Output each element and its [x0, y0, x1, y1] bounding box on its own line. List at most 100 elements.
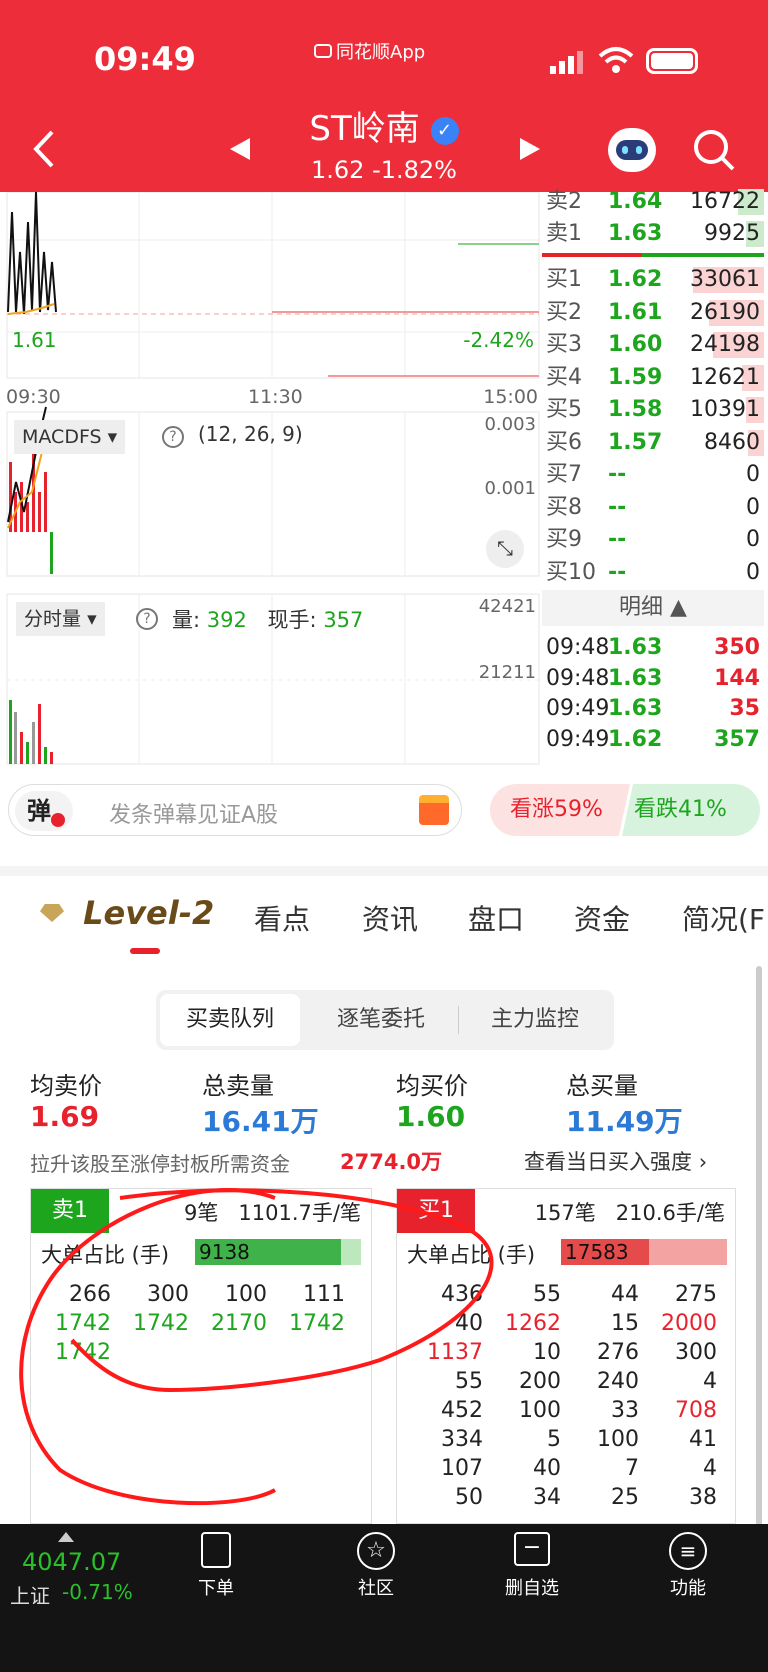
bid-price: 1.59: [608, 364, 663, 390]
bid-price: --: [608, 462, 627, 487]
buy-queue-cell: 2000: [661, 1311, 717, 1336]
buy-queue-cell: 25: [611, 1485, 639, 1510]
nav-order-label: 下单: [198, 1578, 234, 1599]
gift-icon[interactable]: [419, 795, 449, 825]
limit-up-text: 拉升该股至涨停封板所需资金: [30, 1152, 290, 1176]
vote-up-button[interactable]: 看涨59%: [490, 784, 630, 836]
section-divider: [0, 866, 768, 876]
index-value[interactable]: 4047.07: [22, 1548, 121, 1576]
search-icon[interactable]: [692, 128, 736, 172]
nav-remove-watchlist[interactable]: − 删自选: [492, 1532, 572, 1600]
bid-label: 买8: [546, 494, 582, 520]
buy-big-order-value: 17583: [565, 1240, 629, 1264]
sentiment-bar[interactable]: 看涨59% 看跌41%: [490, 784, 760, 836]
bid-label: 买1: [546, 267, 582, 292]
buy-queue-cell: 708: [675, 1398, 717, 1423]
macd-name: MACDFS: [22, 426, 102, 448]
volume-name: 分时量: [24, 608, 82, 630]
tab-news[interactable]: 资讯: [362, 898, 418, 938]
stock-name: ST岭南: [309, 109, 420, 149]
tick-time: 09:49: [546, 726, 610, 752]
dropdown-caret-icon: ▾: [107, 426, 118, 448]
help-icon[interactable]: ?: [136, 608, 158, 630]
danmu-icon: 弹: [15, 791, 73, 831]
macd-params: (12, 26, 9): [198, 422, 303, 446]
buy-queue-cell: 4: [703, 1456, 717, 1481]
vote-up-label: 看涨59%: [510, 797, 603, 822]
nav-order[interactable]: 下单: [176, 1532, 256, 1600]
tick-price: 1.63: [608, 696, 663, 721]
scrollbar[interactable]: [756, 966, 762, 1526]
ask-label: 卖2: [546, 189, 582, 214]
ask-row: 卖1 1.63 9925: [542, 218, 764, 250]
help-icon[interactable]: ?: [162, 426, 184, 448]
bid-volume: 0: [746, 494, 760, 520]
limit-up-value: 2774.0万: [340, 1150, 443, 1174]
minus-box-icon: −: [514, 1532, 550, 1566]
buy-queue-cell: 15: [611, 1311, 639, 1336]
detail-header[interactable]: 明细 ▲: [542, 590, 764, 626]
robot-icon[interactable]: [608, 128, 656, 172]
tick-row: 09:49 1.63 35: [542, 693, 764, 725]
nav-remove-label: 删自选: [505, 1578, 559, 1599]
ask-label: 卖1: [546, 221, 582, 246]
intraday-chart[interactable]: 1.61 -2.42% 09:30 11:30 15:00 MACDFS ▾ ?…: [6, 192, 540, 766]
bid-row: 买5 1.58 10391: [542, 394, 764, 426]
volume-readout: 量: 392 现手: 357: [172, 604, 363, 634]
ask-price: 1.63: [608, 221, 663, 246]
danmu-icon-label: 弹: [27, 797, 51, 825]
bid-price: --: [608, 527, 627, 552]
tick-row: 09:48 1.63 144: [542, 663, 764, 695]
battery-icon: [646, 48, 698, 74]
bid-price: --: [608, 559, 627, 585]
macd-y-top: 0.003: [484, 414, 536, 435]
vote-down-button[interactable]: 看跌41%: [622, 784, 760, 836]
ask-volume: 9925: [704, 221, 760, 246]
nav-community[interactable]: ☆ 社区: [336, 1532, 416, 1600]
bid-volume: 33061: [690, 267, 760, 292]
bid-row: 买3 1.60 24198: [542, 329, 764, 361]
tab-funds[interactable]: 资金: [574, 898, 630, 938]
segment-tick-orders[interactable]: 逐笔委托: [306, 994, 456, 1046]
order-book: 卖2 1.64 16722 卖1 1.63 9925 买1 1.62 33061 买2…: [542, 186, 764, 766]
tab-profile[interactable]: 简况(F: [682, 898, 768, 938]
segment-queue[interactable]: 买卖队列: [160, 994, 300, 1046]
segment-main-force[interactable]: 主力监控: [460, 994, 610, 1046]
price-low-label: 1.61: [12, 328, 57, 352]
chart-canvas: [6, 192, 540, 765]
index-pct: -0.71%: [62, 1580, 133, 1604]
bid-volume: 8460: [704, 429, 760, 455]
bid-volume: 0: [746, 527, 760, 552]
bid-label: 买10: [546, 559, 596, 585]
bid-label: 买3: [546, 332, 582, 357]
volume-selector[interactable]: 分时量 ▾: [16, 602, 105, 636]
bid-row: 买9 -- 0: [542, 524, 764, 556]
avg-buy-label: 均买价: [396, 1072, 468, 1100]
next-stock-icon[interactable]: [518, 136, 542, 162]
buy-queue-cell: 7: [625, 1456, 639, 1481]
buy-queue-cell: 44: [611, 1282, 639, 1307]
bid-row: 买8 -- 0: [542, 492, 764, 524]
buy-strength-link[interactable]: 查看当日买入强度 ›: [524, 1146, 707, 1176]
tick-time: 09:48: [546, 635, 610, 660]
danmu-check-icon: [51, 813, 65, 827]
menu-icon: ≡: [669, 1532, 707, 1570]
danmu-input[interactable]: 弹 发条弹幕见证A股: [8, 784, 462, 836]
tab-depth[interactable]: 盘口: [468, 898, 524, 938]
total-buy-label: 总买量: [566, 1072, 638, 1100]
vol-label: 量:: [172, 608, 201, 632]
bid-price: 1.57: [608, 429, 663, 455]
index-up-arrow-icon: [58, 1532, 74, 1542]
vol-value: 392: [206, 608, 247, 632]
app-header: 09:49 同花顺App ST岭南 ✓ 1.62 -1.82%: [0, 0, 768, 192]
fullscreen-icon[interactable]: ⤡: [486, 530, 524, 568]
nav-functions[interactable]: ≡ 功能: [648, 1532, 728, 1600]
bid-row: 买6 1.57 8460: [542, 427, 764, 459]
ask-price: 1.64: [608, 189, 663, 214]
macd-selector[interactable]: MACDFS ▾: [14, 420, 126, 454]
bid-label: 买4: [546, 364, 582, 390]
annotation-circle: [19, 1188, 494, 1506]
tab-highlights[interactable]: 看点: [254, 898, 310, 938]
bid-volume: 12621: [690, 364, 760, 390]
tab-level2[interactable]: Level-2: [40, 894, 214, 932]
